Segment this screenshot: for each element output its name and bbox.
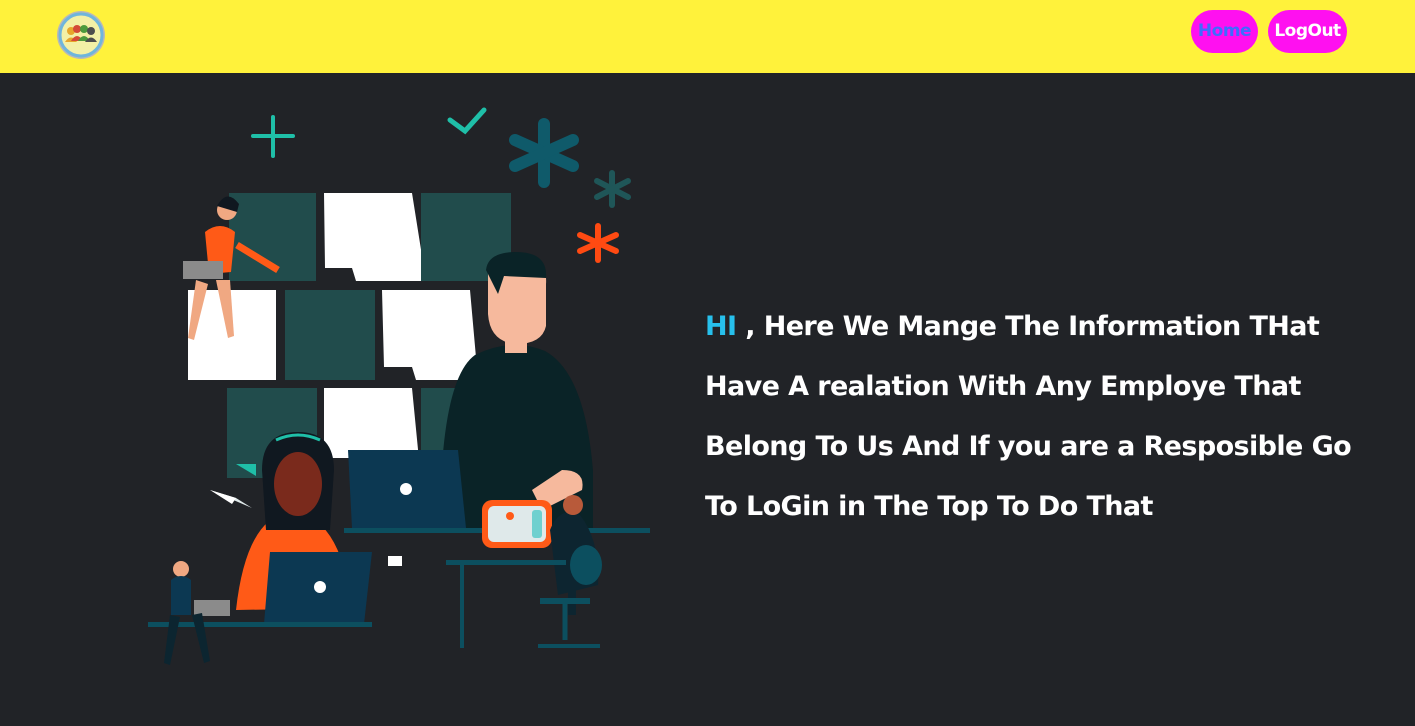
asterisk-small-icon	[594, 170, 631, 208]
asterisk-orange-icon	[577, 223, 619, 263]
top-navbar: Home LogOut	[0, 0, 1415, 73]
logout-button[interactable]: LogOut	[1268, 10, 1347, 53]
hero-message: HI , Here We Mange The Information THat …	[705, 297, 1365, 537]
check-icon	[447, 107, 487, 135]
hero-greeting: HI	[705, 311, 737, 342]
plus-icon	[251, 115, 295, 158]
team-logo-icon[interactable]	[56, 10, 106, 60]
office-team-illustration	[140, 95, 660, 679]
asterisk-large-icon	[509, 118, 579, 188]
hero-message-text: , Here We Mange The Information THat Hav…	[705, 311, 1352, 522]
home-button[interactable]: Home	[1191, 10, 1258, 53]
